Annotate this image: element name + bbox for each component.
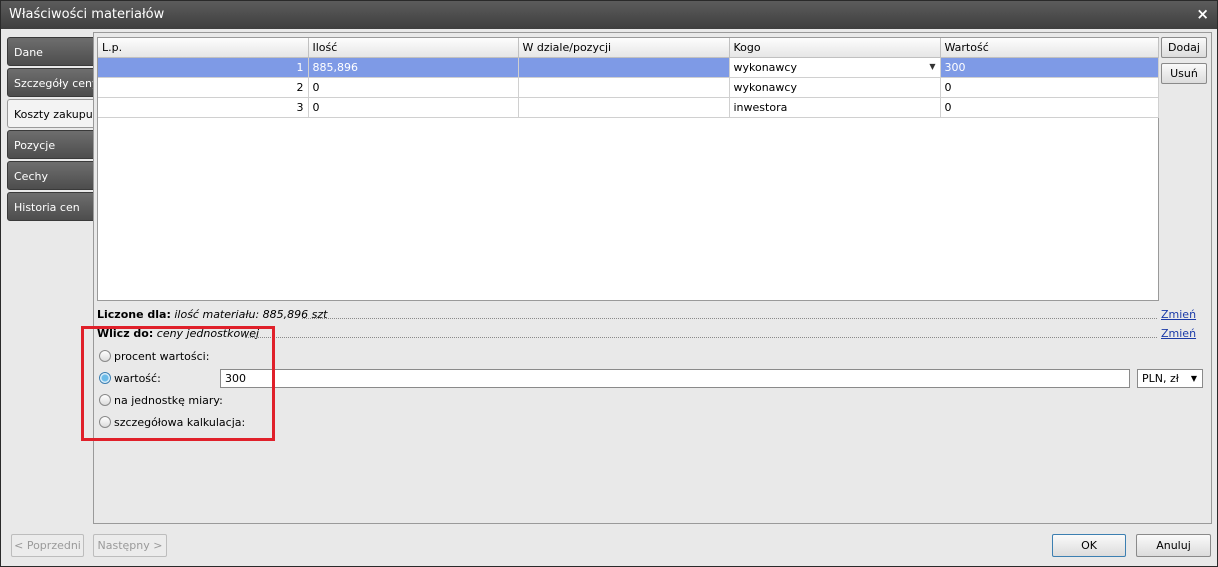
tab-historia-cen[interactable]: Historia cen bbox=[7, 192, 94, 221]
tab-cechy[interactable]: Cechy bbox=[7, 161, 94, 190]
column-header-wartosc[interactable]: Wartość bbox=[940, 38, 1159, 58]
value-input[interactable]: 300 bbox=[220, 369, 1130, 388]
table-row[interactable]: 2 0 wykonawcy 0 bbox=[98, 77, 1159, 98]
cell-ilosc[interactable]: 885,896 bbox=[308, 57, 519, 78]
liczone-dla-row: Liczone dla: ilość materiału: 885,896 sz… bbox=[97, 308, 1197, 324]
cell-wartosc[interactable]: 0 bbox=[940, 97, 1159, 118]
dotted-divider bbox=[302, 318, 1157, 319]
currency-value: PLN, zł bbox=[1142, 372, 1179, 385]
cell-kogo-value: wykonawcy bbox=[733, 60, 797, 74]
chevron-down-icon: ▼ bbox=[1190, 374, 1197, 383]
remove-button[interactable]: Usuń bbox=[1161, 63, 1207, 84]
window-title: Właściwości materiałów bbox=[9, 7, 165, 22]
ok-button[interactable]: OK bbox=[1052, 534, 1126, 557]
title-bar: Właściwości materiałów × bbox=[1, 1, 1217, 29]
cell-dzial[interactable] bbox=[518, 77, 730, 98]
tab-koszty-zakupu[interactable]: Koszty zakupu bbox=[7, 99, 96, 128]
grid-header: L.p. Ilość W dziale/pozycji Kogo Wartość bbox=[98, 38, 1159, 58]
cell-dzial[interactable] bbox=[518, 97, 730, 118]
highlight-box bbox=[81, 326, 275, 441]
column-header-lp[interactable]: L.p. bbox=[98, 38, 309, 58]
dotted-divider bbox=[245, 337, 1157, 338]
cell-lp[interactable]: 3 bbox=[98, 97, 309, 118]
tab-strip: Dane Szczegóły ceny Koszty zakupu Pozycj… bbox=[7, 37, 96, 223]
liczone-dla-value: ilość materiału: 885,896 szt bbox=[174, 308, 328, 321]
wlicz-change-link[interactable]: Zmień bbox=[1161, 327, 1196, 340]
close-icon[interactable]: × bbox=[1196, 5, 1209, 23]
tab-panel: L.p. Ilość W dziale/pozycji Kogo Wartość… bbox=[93, 32, 1212, 524]
liczone-dla-label: Liczone dla: bbox=[97, 308, 171, 321]
cell-kogo[interactable]: inwestora bbox=[729, 97, 941, 118]
table-row[interactable]: 3 0 inwestora 0 bbox=[98, 97, 1159, 118]
next-button[interactable]: Następny > bbox=[93, 534, 167, 557]
column-header-kogo[interactable]: Kogo bbox=[729, 38, 941, 58]
tab-dane[interactable]: Dane bbox=[7, 37, 94, 66]
cell-ilosc[interactable]: 0 bbox=[308, 97, 519, 118]
cell-lp[interactable]: 2 bbox=[98, 77, 309, 98]
cell-kogo[interactable]: wykonawcy bbox=[729, 77, 941, 98]
material-properties-window: Właściwości materiałów × Dane Szczegóły … bbox=[0, 0, 1218, 567]
chevron-down-icon[interactable]: ▼ bbox=[929, 62, 935, 71]
add-button[interactable]: Dodaj bbox=[1161, 37, 1207, 58]
cell-wartosc[interactable]: 300 bbox=[940, 57, 1159, 78]
cell-ilosc[interactable]: 0 bbox=[308, 77, 519, 98]
cell-lp[interactable]: 1 bbox=[98, 57, 309, 78]
tab-pozycje[interactable]: Pozycje bbox=[7, 130, 94, 159]
purchase-costs-grid: L.p. Ilość W dziale/pozycji Kogo Wartość… bbox=[97, 37, 1159, 301]
table-row[interactable]: 1 885,896 wykonawcy ▼ 300 bbox=[98, 57, 1159, 78]
cell-wartosc[interactable]: 0 bbox=[940, 77, 1159, 98]
cell-kogo-dropdown[interactable]: wykonawcy ▼ bbox=[729, 57, 941, 78]
cell-dzial[interactable] bbox=[518, 57, 730, 78]
currency-select[interactable]: PLN, zł ▼ bbox=[1137, 369, 1203, 388]
column-header-ilosc[interactable]: Ilość bbox=[308, 38, 519, 58]
tab-szczegoly-ceny[interactable]: Szczegóły ceny bbox=[7, 68, 94, 97]
cancel-button[interactable]: Anuluj bbox=[1136, 534, 1211, 557]
liczone-change-link[interactable]: Zmień bbox=[1161, 308, 1196, 321]
column-header-dzial[interactable]: W dziale/pozycji bbox=[518, 38, 730, 58]
previous-button[interactable]: < Poprzedni bbox=[11, 534, 84, 557]
